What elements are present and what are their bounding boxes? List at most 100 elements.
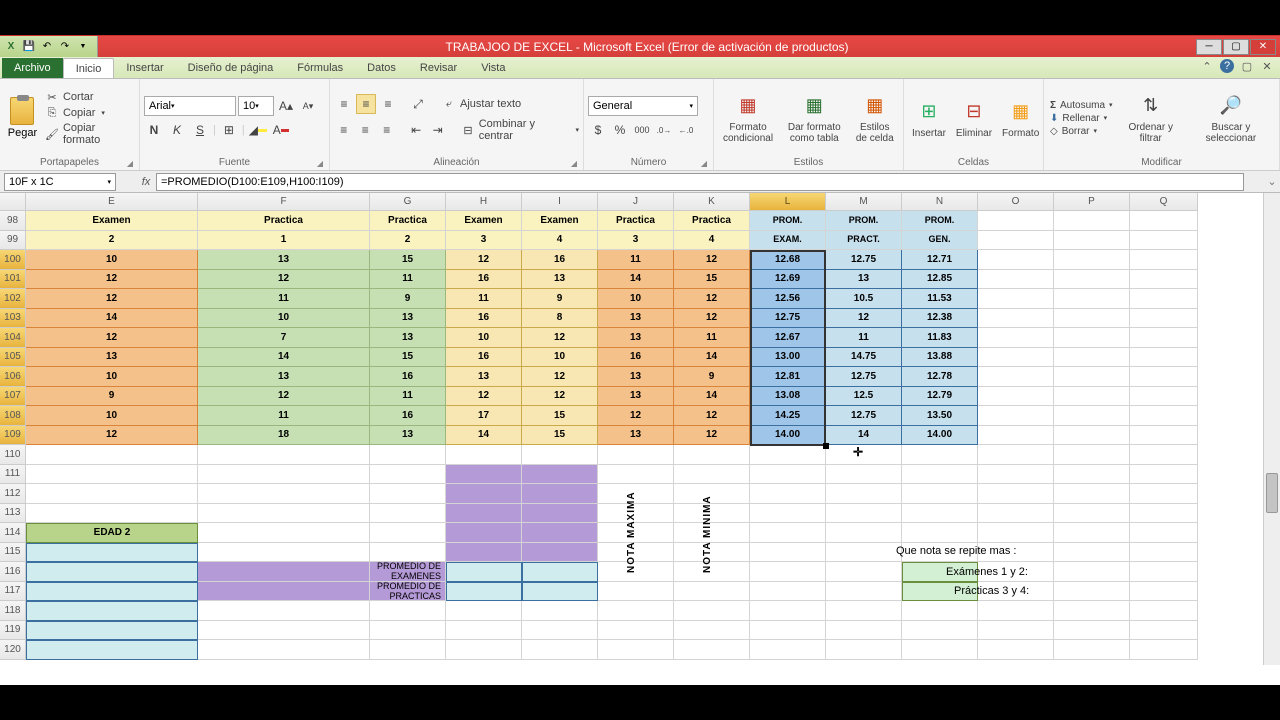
cell[interactable]	[978, 367, 1054, 387]
row-header[interactable]: 101	[0, 270, 26, 290]
merge-center-button[interactable]: ⊟Combinar y centrar▾	[461, 118, 579, 142]
cell[interactable]	[1054, 640, 1130, 660]
cell[interactable]	[370, 621, 446, 641]
cell[interactable]	[1054, 562, 1130, 582]
close-button[interactable]: ✕	[1250, 39, 1276, 55]
cell[interactable]	[826, 562, 902, 582]
cell[interactable]	[1130, 582, 1198, 602]
cell[interactable]: PROM.	[902, 211, 978, 231]
cell[interactable]	[1054, 211, 1130, 231]
cell[interactable]: 13	[370, 309, 446, 329]
cell[interactable]	[750, 504, 826, 524]
cell[interactable]	[1054, 250, 1130, 270]
cell[interactable]: 10	[198, 309, 370, 329]
row-header[interactable]: 115	[0, 543, 26, 563]
redo-icon[interactable]: ↷	[57, 39, 73, 55]
italic-button[interactable]: K	[167, 120, 187, 140]
cell[interactable]	[1054, 289, 1130, 309]
cell[interactable]: 10	[26, 406, 198, 426]
cell[interactable]: 9	[370, 289, 446, 309]
autosum-button[interactable]: ΣAutosuma▾	[1050, 100, 1113, 111]
cell[interactable]: 13	[598, 328, 674, 348]
cell[interactable]: 14	[674, 348, 750, 368]
cell[interactable]: PRACT.	[826, 231, 902, 251]
cell[interactable]	[26, 543, 198, 563]
column-header[interactable]: O	[978, 193, 1054, 211]
cell[interactable]	[1130, 426, 1198, 446]
cell[interactable]: 12	[674, 406, 750, 426]
cell[interactable]	[674, 601, 750, 621]
cell[interactable]: 12	[198, 270, 370, 290]
cell[interactable]: 14	[198, 348, 370, 368]
cell[interactable]: 10.5	[826, 289, 902, 309]
cell[interactable]	[826, 621, 902, 641]
cell[interactable]	[446, 582, 522, 602]
cell[interactable]	[1130, 211, 1198, 231]
column-header[interactable]: E	[26, 193, 198, 211]
cell[interactable]: 15	[370, 250, 446, 270]
row-header[interactable]: 106	[0, 367, 26, 387]
cell[interactable]	[26, 621, 198, 641]
cell[interactable]	[1130, 445, 1198, 465]
number-format-combo[interactable]: General▾	[588, 96, 698, 116]
cell[interactable]	[1054, 426, 1130, 446]
cell[interactable]	[1130, 504, 1198, 524]
cell[interactable]	[522, 621, 598, 641]
cell[interactable]	[370, 601, 446, 621]
cell[interactable]	[1130, 406, 1198, 426]
cell[interactable]	[902, 640, 978, 660]
cell[interactable]: 16	[598, 348, 674, 368]
cell[interactable]	[446, 601, 522, 621]
cell[interactable]: 12.75	[826, 250, 902, 270]
cell[interactable]	[978, 621, 1054, 641]
cell[interactable]	[902, 445, 978, 465]
cell[interactable]: 12.68	[750, 250, 826, 270]
cell[interactable]	[978, 328, 1054, 348]
cell[interactable]	[978, 289, 1054, 309]
cell[interactable]: 15	[674, 270, 750, 290]
cell[interactable]	[198, 523, 370, 543]
row-header[interactable]: 105	[0, 348, 26, 368]
cell[interactable]	[446, 523, 522, 543]
cell[interactable]: 11	[370, 387, 446, 407]
cell[interactable]	[674, 582, 750, 602]
cell[interactable]: 13	[826, 270, 902, 290]
cell[interactable]	[902, 621, 978, 641]
column-header[interactable]: N	[902, 193, 978, 211]
row-header[interactable]: 109	[0, 426, 26, 446]
cell[interactable]	[826, 543, 902, 563]
cell[interactable]: Practica	[674, 211, 750, 231]
cell[interactable]: EDAD 2	[26, 523, 198, 543]
cell[interactable]: 12	[674, 426, 750, 446]
cell[interactable]	[198, 582, 370, 602]
cell[interactable]: 13	[598, 426, 674, 446]
cell[interactable]	[978, 348, 1054, 368]
cell[interactable]	[522, 523, 598, 543]
minimize-ribbon-icon[interactable]: ⌃	[1200, 59, 1214, 73]
cell[interactable]	[1054, 582, 1130, 602]
align-left-icon[interactable]: ≡	[334, 120, 354, 140]
cell[interactable]	[978, 426, 1054, 446]
cell[interactable]: 12.75	[750, 309, 826, 329]
cell[interactable]	[198, 504, 370, 524]
insert-cells-button[interactable]: ⊞Insertar	[908, 96, 950, 141]
cell[interactable]	[1130, 465, 1198, 485]
cell[interactable]: 18	[198, 426, 370, 446]
column-header[interactable]: M	[826, 193, 902, 211]
column-header[interactable]: H	[446, 193, 522, 211]
cell[interactable]	[826, 484, 902, 504]
decrease-font-icon[interactable]: A▾	[298, 96, 318, 116]
row-header[interactable]: 107	[0, 387, 26, 407]
cell[interactable]	[26, 504, 198, 524]
launcher-icon[interactable]: ◢	[127, 159, 133, 168]
select-all-corner[interactable]	[0, 193, 26, 211]
cell[interactable]: 12	[198, 387, 370, 407]
align-middle-icon[interactable]: ≡	[356, 94, 376, 114]
cell[interactable]	[1054, 484, 1130, 504]
column-header[interactable]: Q	[1130, 193, 1198, 211]
align-bottom-icon[interactable]: ≡	[378, 94, 398, 114]
cell[interactable]	[446, 484, 522, 504]
cell[interactable]: 13	[26, 348, 198, 368]
cell[interactable]	[446, 543, 522, 563]
cell[interactable]	[750, 465, 826, 485]
